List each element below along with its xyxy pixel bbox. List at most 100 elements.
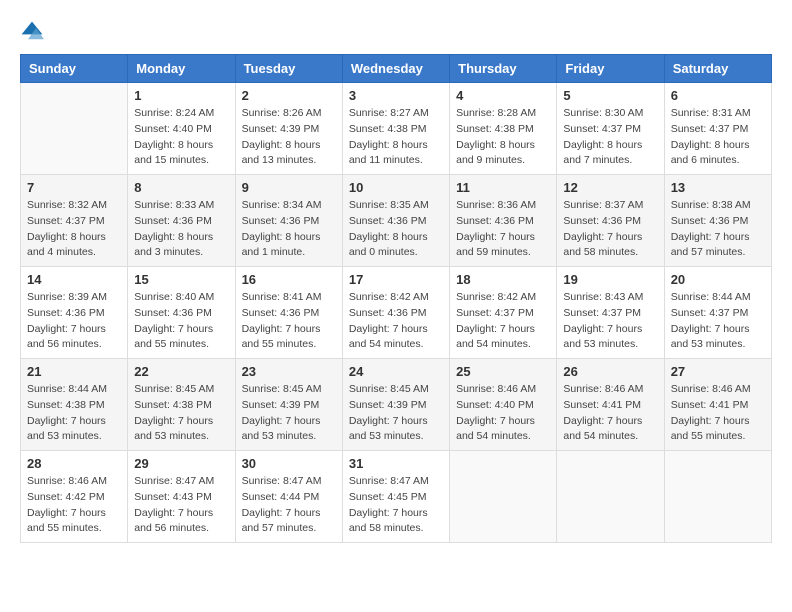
- day-of-week-header: Friday: [557, 55, 664, 83]
- calendar-cell: 25 Sunrise: 8:46 AM Sunset: 4:40 PM Dayli…: [450, 359, 557, 451]
- day-info: Sunrise: 8:46 AM Sunset: 4:40 PM Dayligh…: [456, 382, 550, 445]
- day-of-week-header: Thursday: [450, 55, 557, 83]
- day-number: 31: [349, 456, 443, 471]
- day-info: Sunrise: 8:43 AM Sunset: 4:37 PM Dayligh…: [563, 290, 657, 353]
- day-info: Sunrise: 8:33 AM Sunset: 4:36 PM Dayligh…: [134, 198, 228, 261]
- calendar-cell: 30 Sunrise: 8:47 AM Sunset: 4:44 PM Dayli…: [235, 451, 342, 543]
- logo-icon: [20, 20, 44, 44]
- calendar-cell: 31 Sunrise: 8:47 AM Sunset: 4:45 PM Dayli…: [342, 451, 449, 543]
- day-info: Sunrise: 8:44 AM Sunset: 4:38 PM Dayligh…: [27, 382, 121, 445]
- day-info: Sunrise: 8:28 AM Sunset: 4:38 PM Dayligh…: [456, 106, 550, 169]
- day-info: Sunrise: 8:37 AM Sunset: 4:36 PM Dayligh…: [563, 198, 657, 261]
- day-number: 3: [349, 88, 443, 103]
- day-number: 21: [27, 364, 121, 379]
- calendar-cell: 9 Sunrise: 8:34 AM Sunset: 4:36 PM Daylig…: [235, 175, 342, 267]
- calendar-cell: 16Sunrise: 8:41 AM Sunset: 4:36 PM Dayli…: [235, 267, 342, 359]
- calendar-cell: 13 Sunrise: 8:38 AM Sunset: 4:36 PM Dayli…: [664, 175, 771, 267]
- day-info: Sunrise: 8:30 AM Sunset: 4:37 PM Dayligh…: [563, 106, 657, 169]
- calendar-cell: 10 Sunrise: 8:35 AM Sunset: 4:36 PM Dayli…: [342, 175, 449, 267]
- calendar-cell: 29 Sunrise: 8:47 AM Sunset: 4:43 PM Dayli…: [128, 451, 235, 543]
- day-of-week-header: Monday: [128, 55, 235, 83]
- day-number: 10: [349, 180, 443, 195]
- day-number: 24: [349, 364, 443, 379]
- day-number: 30: [242, 456, 336, 471]
- day-info: Sunrise: 8:35 AM Sunset: 4:36 PM Dayligh…: [349, 198, 443, 261]
- day-info: Sunrise: 8:34 AM Sunset: 4:36 PM Dayligh…: [242, 198, 336, 261]
- day-number: 4: [456, 88, 550, 103]
- day-info: Sunrise: 8:31 AM Sunset: 4:37 PM Dayligh…: [671, 106, 765, 169]
- day-info: Sunrise: 8:46 AM Sunset: 4:41 PM Dayligh…: [671, 382, 765, 445]
- calendar-cell: 28Sunrise: 8:46 AM Sunset: 4:42 PM Dayli…: [21, 451, 128, 543]
- calendar-cell: 5 Sunrise: 8:30 AM Sunset: 4:37 PM Daylig…: [557, 83, 664, 175]
- calendar-cell: 20 Sunrise: 8:44 AM Sunset: 4:37 PM Dayli…: [664, 267, 771, 359]
- calendar-cell: 11Sunrise: 8:36 AM Sunset: 4:36 PM Dayli…: [450, 175, 557, 267]
- calendar-cell: 17 Sunrise: 8:42 AM Sunset: 4:36 PM Dayli…: [342, 267, 449, 359]
- calendar-cell: 15Sunrise: 8:40 AM Sunset: 4:36 PM Dayli…: [128, 267, 235, 359]
- day-info: Sunrise: 8:24 AM Sunset: 4:40 PM Dayligh…: [134, 106, 228, 169]
- day-number: 22: [134, 364, 228, 379]
- day-number: 19: [563, 272, 657, 287]
- calendar-week-row: 7 Sunrise: 8:32 AM Sunset: 4:37 PM Daylig…: [21, 175, 772, 267]
- day-of-week-header: Sunday: [21, 55, 128, 83]
- calendar-cell: 19 Sunrise: 8:43 AM Sunset: 4:37 PM Dayli…: [557, 267, 664, 359]
- calendar-cell: [664, 451, 771, 543]
- day-info: Sunrise: 8:44 AM Sunset: 4:37 PM Dayligh…: [671, 290, 765, 353]
- calendar-cell: 6Sunrise: 8:31 AM Sunset: 4:37 PM Daylig…: [664, 83, 771, 175]
- day-number: 25: [456, 364, 550, 379]
- calendar-cell: 12 Sunrise: 8:37 AM Sunset: 4:36 PM Dayli…: [557, 175, 664, 267]
- calendar-cell: 8Sunrise: 8:33 AM Sunset: 4:36 PM Daylig…: [128, 175, 235, 267]
- calendar-week-row: 28Sunrise: 8:46 AM Sunset: 4:42 PM Dayli…: [21, 451, 772, 543]
- day-of-week-header: Tuesday: [235, 55, 342, 83]
- calendar-cell: 3 Sunrise: 8:27 AM Sunset: 4:38 PM Daylig…: [342, 83, 449, 175]
- day-info: Sunrise: 8:45 AM Sunset: 4:38 PM Dayligh…: [134, 382, 228, 445]
- calendar-cell: 2 Sunrise: 8:26 AM Sunset: 4:39 PM Daylig…: [235, 83, 342, 175]
- day-info: Sunrise: 8:47 AM Sunset: 4:45 PM Dayligh…: [349, 474, 443, 537]
- day-number: 12: [563, 180, 657, 195]
- day-number: 15: [134, 272, 228, 287]
- calendar-cell: [21, 83, 128, 175]
- day-info: Sunrise: 8:39 AM Sunset: 4:36 PM Dayligh…: [27, 290, 121, 353]
- day-number: 13: [671, 180, 765, 195]
- day-info: Sunrise: 8:38 AM Sunset: 4:36 PM Dayligh…: [671, 198, 765, 261]
- calendar-cell: [557, 451, 664, 543]
- day-of-week-header: Saturday: [664, 55, 771, 83]
- day-number: 29: [134, 456, 228, 471]
- day-number: 14: [27, 272, 121, 287]
- calendar-cell: 26Sunrise: 8:46 AM Sunset: 4:41 PM Dayli…: [557, 359, 664, 451]
- calendar-cell: 4 Sunrise: 8:28 AM Sunset: 4:38 PM Daylig…: [450, 83, 557, 175]
- day-info: Sunrise: 8:42 AM Sunset: 4:37 PM Dayligh…: [456, 290, 550, 353]
- day-number: 20: [671, 272, 765, 287]
- calendar-cell: 1 Sunrise: 8:24 AM Sunset: 4:40 PM Daylig…: [128, 83, 235, 175]
- day-number: 7: [27, 180, 121, 195]
- calendar-table: SundayMondayTuesdayWednesdayThursdayFrid…: [20, 54, 772, 543]
- day-number: 17: [349, 272, 443, 287]
- day-info: Sunrise: 8:47 AM Sunset: 4:43 PM Dayligh…: [134, 474, 228, 537]
- day-number: 9: [242, 180, 336, 195]
- day-info: Sunrise: 8:47 AM Sunset: 4:44 PM Dayligh…: [242, 474, 336, 537]
- day-info: Sunrise: 8:45 AM Sunset: 4:39 PM Dayligh…: [349, 382, 443, 445]
- day-info: Sunrise: 8:36 AM Sunset: 4:36 PM Dayligh…: [456, 198, 550, 261]
- page-header: [20, 20, 772, 44]
- day-info: Sunrise: 8:42 AM Sunset: 4:36 PM Dayligh…: [349, 290, 443, 353]
- calendar-cell: [450, 451, 557, 543]
- day-number: 27: [671, 364, 765, 379]
- calendar-week-row: 14 Sunrise: 8:39 AM Sunset: 4:36 PM Dayli…: [21, 267, 772, 359]
- day-info: Sunrise: 8:45 AM Sunset: 4:39 PM Dayligh…: [242, 382, 336, 445]
- day-info: Sunrise: 8:26 AM Sunset: 4:39 PM Dayligh…: [242, 106, 336, 169]
- day-info: Sunrise: 8:27 AM Sunset: 4:38 PM Dayligh…: [349, 106, 443, 169]
- day-number: 18: [456, 272, 550, 287]
- calendar-cell: 7 Sunrise: 8:32 AM Sunset: 4:37 PM Daylig…: [21, 175, 128, 267]
- day-info: Sunrise: 8:32 AM Sunset: 4:37 PM Dayligh…: [27, 198, 121, 261]
- calendar-cell: 21 Sunrise: 8:44 AM Sunset: 4:38 PM Dayli…: [21, 359, 128, 451]
- day-of-week-header: Wednesday: [342, 55, 449, 83]
- day-number: 5: [563, 88, 657, 103]
- calendar-week-row: 1 Sunrise: 8:24 AM Sunset: 4:40 PM Daylig…: [21, 83, 772, 175]
- logo: [20, 20, 48, 44]
- day-info: Sunrise: 8:46 AM Sunset: 4:42 PM Dayligh…: [27, 474, 121, 537]
- day-number: 26: [563, 364, 657, 379]
- day-info: Sunrise: 8:41 AM Sunset: 4:36 PM Dayligh…: [242, 290, 336, 353]
- calendar-cell: 22 Sunrise: 8:45 AM Sunset: 4:38 PM Dayli…: [128, 359, 235, 451]
- day-number: 1: [134, 88, 228, 103]
- day-number: 2: [242, 88, 336, 103]
- calendar-cell: 24 Sunrise: 8:45 AM Sunset: 4:39 PM Dayli…: [342, 359, 449, 451]
